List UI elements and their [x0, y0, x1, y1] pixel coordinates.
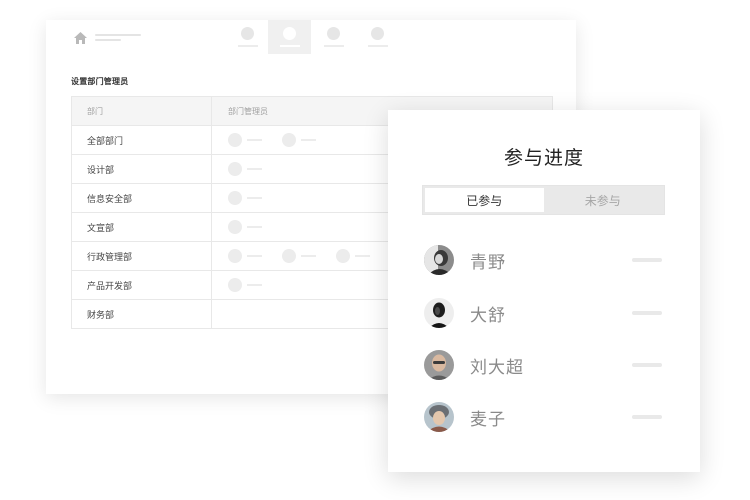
member-name: 大舒 [470, 305, 506, 326]
department-name: 全部部门 [72, 126, 212, 154]
avatar-photo-2 [424, 298, 454, 328]
manager-name-placeholder [247, 168, 262, 170]
member-name: 麦子 [470, 409, 506, 430]
nav-item-3[interactable] [312, 20, 355, 54]
manager-avatar-placeholder [228, 162, 242, 176]
top-navigation-bar [46, 20, 576, 56]
nav-label-placeholder [323, 45, 344, 47]
member-row[interactable]: 刘大超 [424, 349, 664, 381]
manager-avatar-placeholder [282, 249, 296, 263]
participation-tabs: 已参与 未参与 [422, 185, 665, 215]
nav-icon-placeholder [241, 27, 254, 40]
manager-name-placeholder [301, 255, 316, 257]
manager-placeholder [228, 191, 262, 205]
member-row[interactable]: 大舒 [424, 297, 664, 329]
member-status-placeholder [632, 311, 662, 315]
department-name: 文宣部 [72, 213, 212, 241]
manager-name-placeholder [247, 255, 262, 257]
manager-avatar-placeholder [228, 133, 242, 147]
department-name: 财务部 [72, 300, 212, 328]
manager-avatar-placeholder [336, 249, 350, 263]
manager-placeholder [228, 162, 262, 176]
manager-placeholder [228, 249, 262, 263]
member-status-placeholder [632, 363, 662, 367]
nav-item-1[interactable] [226, 20, 269, 54]
home-icon[interactable] [74, 32, 87, 44]
app-logo-placeholder [95, 34, 141, 44]
manager-placeholder [228, 133, 262, 147]
member-row[interactable]: 麦子 [424, 401, 664, 433]
member-status-placeholder [632, 415, 662, 419]
nav-label-placeholder [367, 45, 388, 47]
avatar-photo-3 [424, 350, 454, 380]
department-name: 设计部 [72, 155, 212, 183]
department-name: 信息安全部 [72, 184, 212, 212]
manager-avatar-placeholder [228, 220, 242, 234]
department-name: 产品开发部 [72, 271, 212, 299]
member-row[interactable]: 青野 [424, 244, 664, 276]
manager-placeholder [282, 133, 316, 147]
tab-not-participated[interactable]: 未参与 [544, 188, 663, 212]
manager-placeholder [336, 249, 370, 263]
manager-name-placeholder [247, 139, 262, 141]
manager-avatar-placeholder [228, 191, 242, 205]
tab-participated[interactable]: 已参与 [425, 188, 544, 212]
section-title: 设置部门管理员 [71, 77, 129, 86]
manager-name-placeholder [355, 255, 370, 257]
manager-name-placeholder [301, 139, 316, 141]
nav-label-placeholder [279, 45, 300, 47]
manager-avatar-placeholder [282, 133, 296, 147]
member-status-placeholder [632, 258, 662, 262]
member-name: 刘大超 [470, 357, 524, 378]
manager-placeholder [282, 249, 316, 263]
manager-name-placeholder [247, 226, 262, 228]
manager-name-placeholder [247, 197, 262, 199]
manager-avatar-placeholder [228, 278, 242, 292]
avatar-photo-4 [424, 402, 454, 432]
manager-name-placeholder [247, 284, 262, 286]
participation-progress-panel: 参与进度 已参与 未参与 青野 大舒 刘大超 麦子 [388, 110, 700, 472]
member-name: 青野 [470, 252, 506, 273]
stage: 设置部门管理员 部门 部门管理员 全部部门 设计部 信息安全部 文宣部 行政管理部 产品开… [0, 0, 750, 500]
nav-icon-placeholder [371, 27, 384, 40]
manager-avatar-placeholder [228, 249, 242, 263]
nav-item-2-active[interactable] [268, 20, 311, 54]
manager-placeholder [228, 220, 262, 234]
panel-title: 参与进度 [503, 147, 584, 169]
manager-placeholder [228, 278, 262, 292]
nav-icon-placeholder [283, 27, 296, 40]
nav-icon-placeholder [327, 27, 340, 40]
department-name: 行政管理部 [72, 242, 212, 270]
column-header-department: 部门 [72, 97, 212, 125]
nav-item-4[interactable] [356, 20, 399, 54]
avatar-photo-1 [424, 245, 454, 275]
nav-label-placeholder [237, 45, 258, 47]
